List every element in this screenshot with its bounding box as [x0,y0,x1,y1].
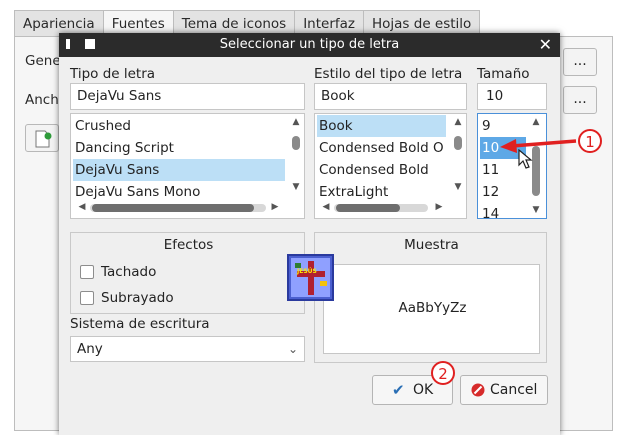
annotation-arrow-icon [500,139,577,153]
logo-text: JESÚS [297,268,317,275]
mouse-cursor-icon [518,149,533,169]
annotation-badge-1: 1 [578,129,602,153]
annotation-badge-2: 2 [431,361,455,385]
jesus-logo: JESÚS [287,254,334,301]
cross-logo-icon [291,258,330,297]
